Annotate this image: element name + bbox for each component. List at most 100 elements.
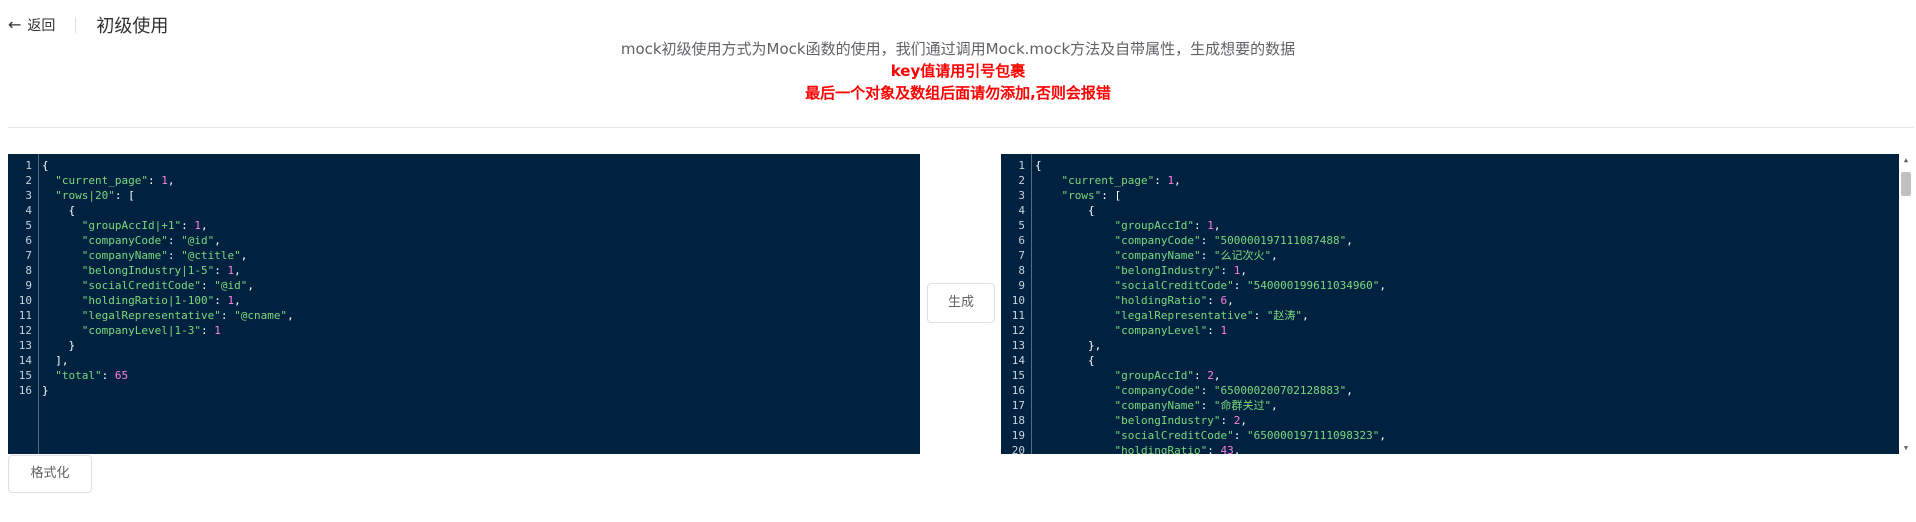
code-token: "companyName" (1114, 399, 1201, 412)
code-token: , (1213, 219, 1221, 232)
line-number: 14 (18, 354, 32, 367)
code-token: , (287, 309, 294, 322)
code-line: "companyLevel": 1 (1035, 323, 1899, 338)
code-token: "groupAccId|+1" (81, 219, 182, 232)
triangle-up-icon[interactable]: ▲ (1899, 154, 1913, 166)
warning-trailing-comma: 最后一个对象及数组后面请勿添加,否则会报错 (805, 84, 1111, 102)
vertical-scrollbar[interactable]: ▲ ▼ (1899, 154, 1913, 454)
code-line: "current_page": 1, (42, 173, 906, 188)
code-token: : (1193, 219, 1208, 232)
code-token: : (1154, 174, 1168, 187)
code-token: "holdingRatio|1-100" (81, 294, 215, 307)
code-token: "socialCreditCode" (1114, 429, 1234, 442)
line-number: 15 (18, 369, 32, 382)
code-token: 1 (214, 324, 221, 337)
line-number: 1 (25, 159, 32, 172)
code-token: : (200, 279, 215, 292)
code-line: "socialCreditCode": "650000197111098323"… (1035, 428, 1899, 443)
code-token: { (1035, 204, 1095, 217)
line-number: 1 (1018, 159, 1025, 172)
code-line: "socialCreditCode": "@id", (42, 278, 906, 293)
code-line: "groupAccId|+1": 1, (42, 218, 906, 233)
code-token: "holdingRatio" (1114, 294, 1208, 307)
line-number: 6 (25, 234, 32, 247)
code-area[interactable]: { "current_page": 1, "rows": [ { "groupA… (1035, 154, 1899, 454)
code-line: "groupAccId": 1, (1035, 218, 1899, 233)
code-token: : (1253, 309, 1267, 322)
header-divider (75, 17, 77, 33)
code-area[interactable]: { "current_page": 1, "rows|20": [ { "gro… (42, 154, 906, 398)
triangle-down-icon[interactable]: ▼ (1899, 442, 1913, 454)
code-token: "650000197111098323" (1246, 429, 1380, 442)
back-button[interactable]: ← 返回 (8, 15, 55, 35)
line-number: 3 (25, 189, 32, 202)
code-token: , (200, 219, 208, 232)
code-line: "current_page": 1, (1035, 173, 1899, 188)
code-line: "groupAccId": 2, (1035, 368, 1899, 383)
generate-button[interactable]: 生成 (927, 283, 995, 323)
back-label: 返回 (27, 18, 56, 34)
code-token: : (1200, 384, 1214, 397)
code-token: , (234, 264, 241, 277)
code-token: : [ (114, 189, 135, 202)
scrollbar-thumb[interactable] (1901, 172, 1911, 196)
template-editor[interactable]: 1 2 3 4 5 6 7 8 9 10 11 12 13 14 15 16 { "current_page"… (8, 154, 920, 454)
code-token: , (1271, 249, 1278, 262)
code-token: "@cname" (234, 309, 288, 322)
code-token: 2 (1207, 369, 1214, 382)
code-token: : (181, 219, 195, 232)
line-number: 3 (1018, 189, 1025, 202)
code-token: : (1207, 324, 1221, 337)
line-number: 6 (1018, 234, 1025, 247)
format-button[interactable]: 格式化 (8, 455, 92, 493)
code-token: { (42, 159, 49, 172)
code-token: "belongIndustry" (1114, 414, 1221, 427)
code-token: "belongIndustry|1-5" (81, 264, 215, 277)
line-number: 15 (1011, 369, 1025, 382)
code-token: : (1220, 264, 1234, 277)
code-token: } (42, 339, 76, 352)
code-line: "legalRepresentative": "赵涛", (1035, 308, 1899, 323)
line-number: 4 (1018, 204, 1025, 217)
code-token: } (42, 384, 49, 397)
line-number: 9 (25, 279, 32, 292)
code-token: "legalRepresentative" (1114, 309, 1254, 322)
code-line: { (1035, 353, 1899, 368)
code-line: "companyName": "命群关过", (1035, 398, 1899, 413)
line-number: 2 (25, 174, 32, 187)
code-token: "current_page" (1061, 174, 1155, 187)
code-token: "companyLevel|1-3" (81, 324, 201, 337)
line-number: 10 (18, 294, 32, 307)
code-token: : (1200, 399, 1214, 412)
line-number: 12 (18, 324, 32, 337)
code-line: { (1035, 158, 1899, 173)
line-number: 11 (18, 309, 32, 322)
code-token: : (1207, 444, 1221, 454)
line-number: 10 (1011, 294, 1025, 307)
code-line: "companyCode": "500000197111087488", (1035, 233, 1899, 248)
code-token: : (220, 309, 235, 322)
code-token: : (167, 234, 182, 247)
line-number: 8 (25, 264, 32, 277)
line-number: 5 (1018, 219, 1025, 232)
line-number: 16 (1011, 384, 1025, 397)
code-token: "companyCode" (1114, 234, 1201, 247)
code-token: "groupAccId" (1114, 219, 1194, 232)
line-number: 13 (1011, 339, 1025, 352)
code-token: ], (42, 354, 69, 367)
line-number: 16 (18, 384, 32, 397)
code-token: : (1207, 294, 1221, 307)
result-editor[interactable]: 1 2 3 4 5 6 7 8 9 10 11 12 13 14 15 16 17 18 19 20 { "curre… (1001, 154, 1913, 454)
